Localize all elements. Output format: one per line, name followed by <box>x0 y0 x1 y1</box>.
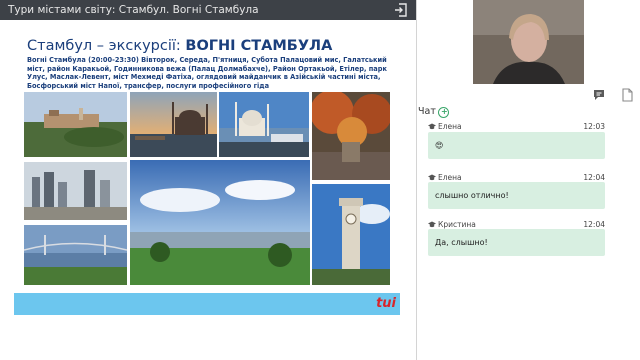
photo-clock-tower <box>312 184 390 285</box>
chat-add-button[interactable]: + <box>438 107 449 118</box>
message-bubble: слышно отлично! <box>428 182 605 209</box>
slide-title-prefix: Стамбул – экскурсії: <box>27 38 186 54</box>
photo-topkapi-palace <box>24 92 127 157</box>
graduation-cap-icon <box>428 221 436 228</box>
photo-city-towers <box>24 162 127 220</box>
photo-autumn-street <box>312 92 390 180</box>
window-title-bar: Тури містами світу: Стамбул. Вогні Стамб… <box>0 0 416 20</box>
exit-icon[interactable] <box>393 2 409 18</box>
message-time: 12:04 <box>583 173 605 182</box>
message-time: 12:04 <box>583 220 605 229</box>
photo-mosque-sunset <box>130 92 217 157</box>
graduation-cap-icon <box>428 174 436 181</box>
window-title: Тури містами світу: Стамбул. Вогні Стамб… <box>8 4 259 16</box>
slide-footer-banner: tui <box>14 293 400 315</box>
graduation-cap-icon <box>428 123 436 130</box>
photo-istanbul-panorama <box>130 160 310 285</box>
message-author: Елена <box>438 122 462 131</box>
plus-icon: + <box>441 107 448 116</box>
message-author: Елена <box>438 173 462 182</box>
document-icon[interactable] <box>620 87 634 102</box>
panel-toolbar <box>417 84 640 104</box>
slide-title: Стамбул – экскурсії: ВОГНІ СТАМБУЛА <box>27 38 332 54</box>
chat-icon[interactable] <box>592 87 606 101</box>
message-bubble: Да, слышно! <box>428 229 605 256</box>
message-time: 12:03 <box>583 122 605 131</box>
message-author: Кристина <box>438 220 476 229</box>
chat-title: Чат <box>418 106 436 117</box>
message-bubble: 😍 <box>428 132 605 159</box>
slide-description: Вогні Стамбула (20:00-23:30) Вівторок, С… <box>27 56 387 90</box>
webcam-video <box>473 0 584 84</box>
tui-logo: tui <box>376 296 396 311</box>
photo-bosphorus-bridge <box>24 225 127 285</box>
photo-ortakoy-mosque <box>219 92 309 157</box>
message-header: Елена 12:03 <box>428 122 605 132</box>
slide-title-bold: ВОГНІ СТАМБУЛА <box>185 38 333 54</box>
